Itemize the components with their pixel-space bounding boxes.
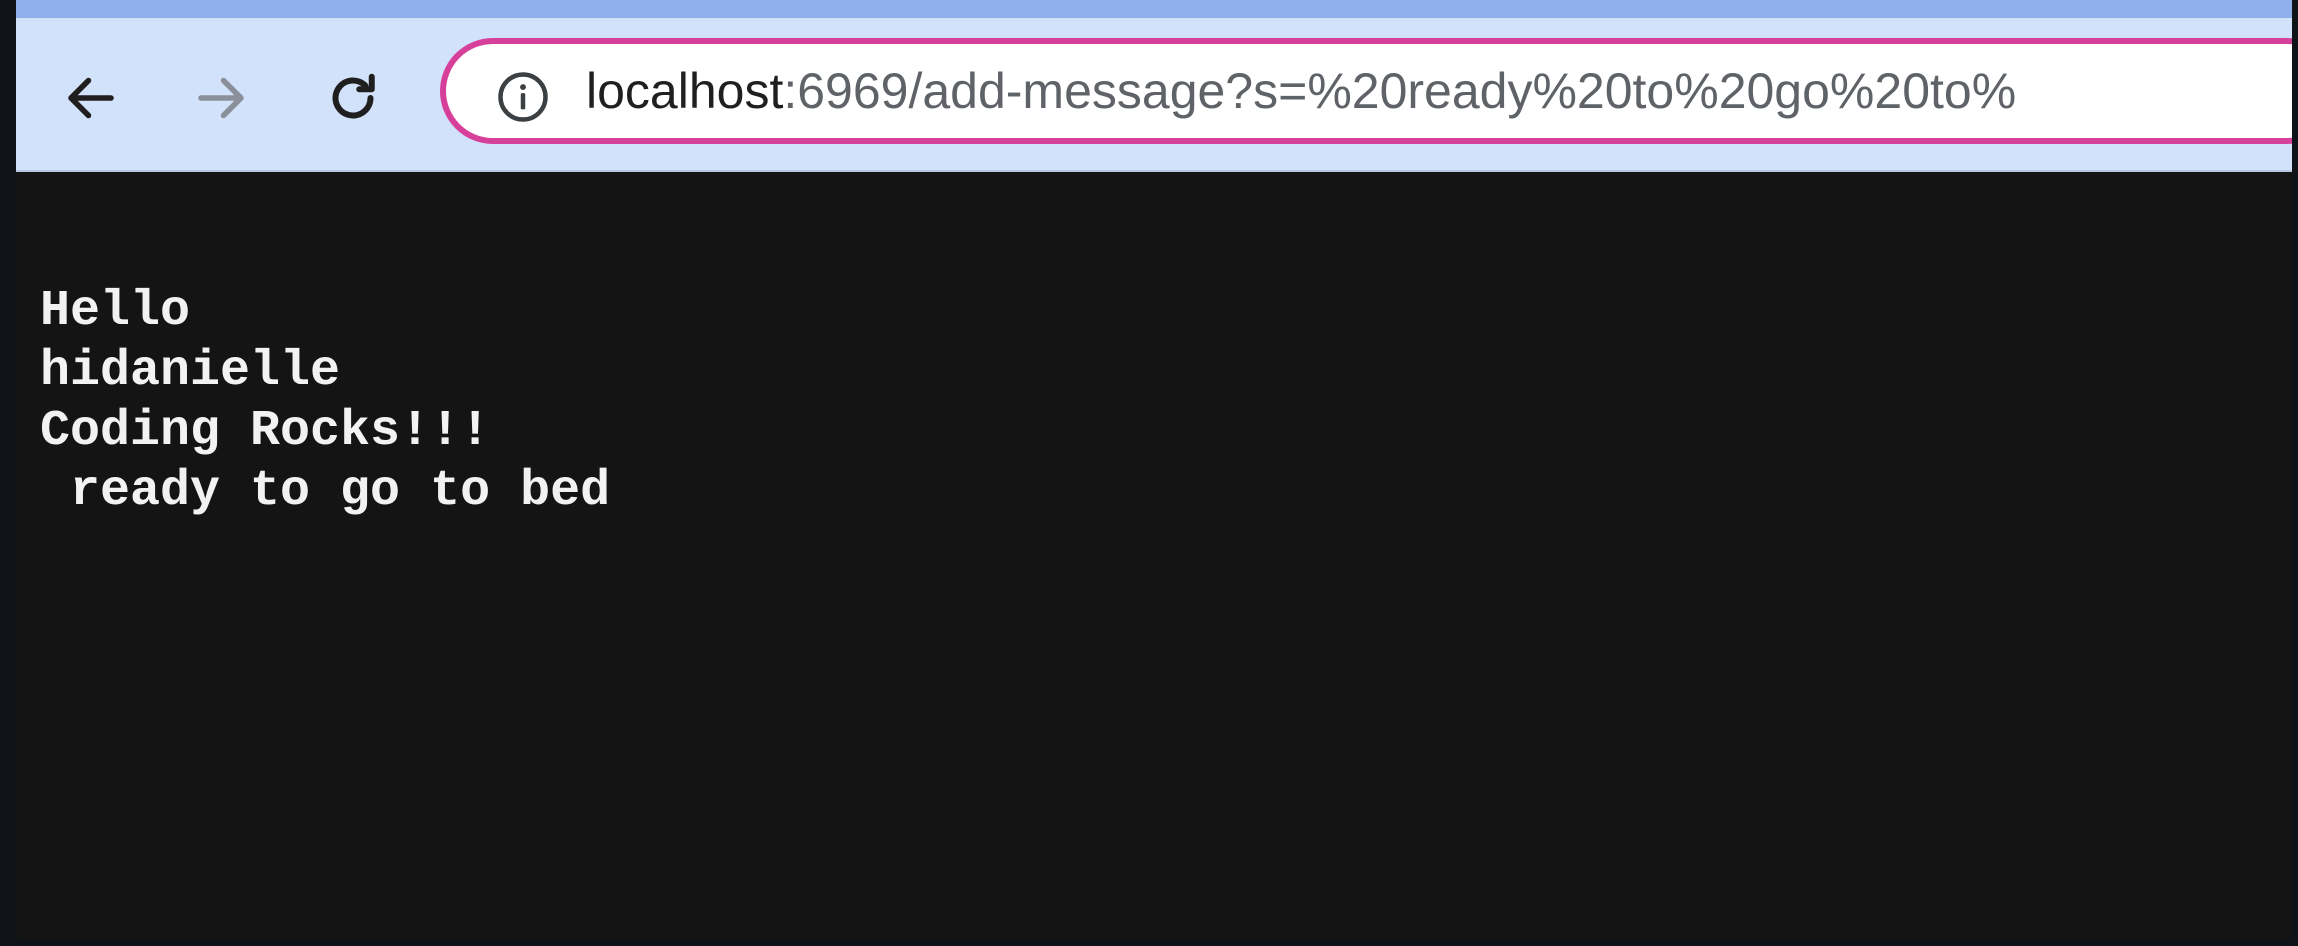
- browser-toolbar: localhost:6969/add-message?s=%20ready%20…: [16, 18, 2292, 172]
- message-item: ready to go to bed: [40, 463, 611, 520]
- reload-button[interactable]: [313, 58, 393, 138]
- url-text[interactable]: localhost:6969/add-message?s=%20ready%20…: [586, 44, 2016, 138]
- browser-window: localhost:6969/add-message?s=%20ready%20…: [16, 0, 2292, 940]
- arrow-left-icon: [68, 77, 114, 119]
- arrow-right-icon: [198, 77, 244, 119]
- message-item: Coding Rocks!!!: [40, 403, 491, 460]
- back-button[interactable]: [51, 58, 131, 138]
- message-item: hidanielle: [40, 343, 341, 400]
- address-bar[interactable]: localhost:6969/add-message?s=%20ready%20…: [440, 38, 2292, 144]
- url-host: localhost: [586, 63, 784, 119]
- url-path: :6969/add-message?s=%20ready%20to%20go%2…: [783, 63, 2017, 119]
- reload-icon: [332, 73, 375, 119]
- message-list: Hello hidanielle Coding Rocks!!! ready t…: [40, 282, 610, 522]
- message-item: Hello: [40, 283, 191, 340]
- page-content: Hello hidanielle Coding Rocks!!! ready t…: [16, 172, 2292, 940]
- forward-button[interactable]: [181, 58, 261, 138]
- window-top-strip: [16, 0, 2292, 18]
- info-icon[interactable]: [496, 70, 550, 124]
